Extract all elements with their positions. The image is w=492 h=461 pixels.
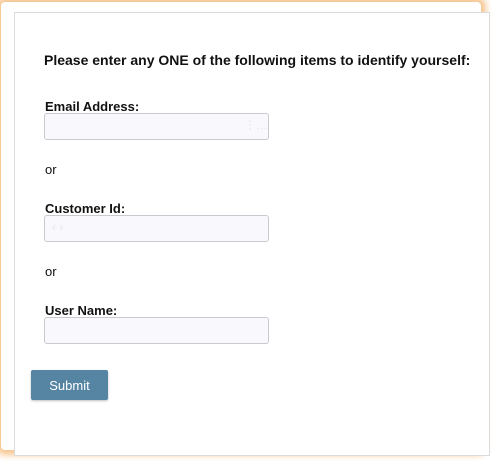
username-field[interactable] (44, 317, 269, 344)
email-label: Email Address: (45, 99, 140, 114)
username-label: User Name: (45, 303, 118, 318)
email-field[interactable] (44, 113, 269, 140)
submit-button[interactable]: Submit (31, 370, 108, 400)
page-frame: Please enter any ONE of the following it… (0, 0, 492, 461)
customer-id-label: Customer Id: (45, 201, 126, 216)
or-separator-2: or (45, 264, 57, 279)
or-separator-1: or (45, 162, 57, 177)
customer-id-field[interactable] (44, 215, 269, 242)
form-heading: Please enter any ONE of the following it… (44, 52, 471, 68)
